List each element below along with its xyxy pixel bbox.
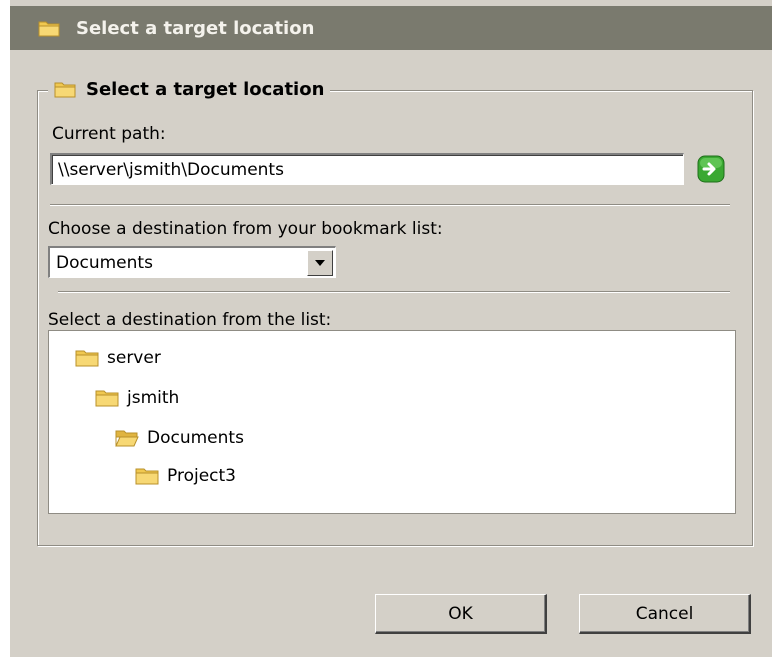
separator: [50, 204, 730, 206]
bookmark-selected-value: Documents: [56, 252, 153, 273]
bookmark-select[interactable]: Documents: [48, 246, 336, 278]
tree-node-label: Documents: [147, 428, 244, 448]
chevron-down-icon: [315, 259, 325, 266]
tree-node-jsmith[interactable]: jsmith: [95, 385, 179, 411]
folder-tree[interactable]: server jsmith Documents Project3: [48, 330, 736, 514]
folder-closed-icon: [135, 468, 159, 485]
group-title: Select a target location: [86, 78, 325, 100]
folder-icon: [38, 21, 60, 37]
title-bar[interactable]: Select a target location: [10, 6, 772, 50]
window-title: Select a target location: [76, 17, 315, 39]
separator: [58, 291, 730, 293]
tree-node-label: jsmith: [127, 388, 180, 408]
tree-node-label: server: [107, 348, 161, 368]
ok-button[interactable]: OK: [375, 594, 547, 634]
bookmark-label: Choose a destination from your bookmark …: [48, 219, 443, 239]
folder-closed-icon: [75, 350, 99, 367]
folder-closed-icon: [95, 390, 119, 407]
tree-node-label: Project3: [167, 466, 236, 486]
folder-icon: [54, 82, 76, 98]
go-arrow-icon[interactable]: [697, 155, 725, 183]
tree-node-project3[interactable]: Project3: [135, 463, 236, 489]
current-path-input[interactable]: [50, 153, 684, 185]
tree-node-server[interactable]: server: [75, 345, 161, 371]
dialog-window: Select a target location Select a target…: [10, 0, 772, 657]
folder-open-icon: [115, 430, 139, 447]
tree-label: Select a destination from the list:: [48, 310, 332, 330]
group-legend: Select a target location: [48, 76, 331, 102]
cancel-button[interactable]: Cancel: [579, 594, 751, 634]
dropdown-button[interactable]: [307, 249, 333, 276]
tree-node-documents[interactable]: Documents: [115, 425, 244, 451]
current-path-label: Current path:: [52, 124, 166, 144]
